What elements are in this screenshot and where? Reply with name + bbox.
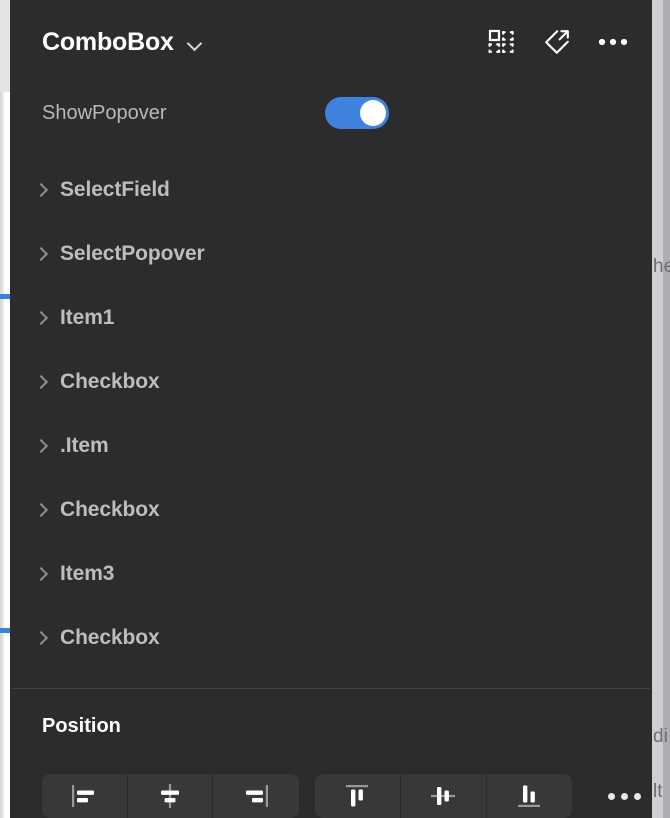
- inspector-panel: ComboBox ShowPopover SelectField SelectP…: [10, 0, 652, 818]
- tree-item-label: .Item: [60, 434, 109, 457]
- align-vertical-center-icon[interactable]: [401, 774, 487, 818]
- dot: [607, 792, 615, 800]
- canvas-right-edge: [652, 0, 670, 818]
- tree-item-selectpopover[interactable]: SelectPopover: [10, 222, 652, 286]
- background-panel-header-strip: [0, 0, 10, 92]
- detach-instance-icon[interactable]: [542, 27, 572, 57]
- selection-indicator-bottom: [0, 628, 10, 633]
- dot: [620, 792, 628, 800]
- panel-edge-shadow: [0, 0, 4, 818]
- page-title: ComboBox: [42, 27, 174, 56]
- clipped-canvas-text-2: di: [653, 726, 668, 747]
- vertical-align-group: [315, 774, 573, 818]
- more-align-options-icon[interactable]: [596, 774, 652, 818]
- tree-item-label: Checkbox: [60, 498, 160, 521]
- tree-item-item3[interactable]: Item3: [10, 542, 652, 606]
- clipped-canvas-text-1: he: [653, 256, 670, 277]
- panel-title-group[interactable]: ComboBox: [42, 28, 202, 57]
- header-actions: [486, 27, 628, 57]
- tree-item-checkbox-1[interactable]: Checkbox: [10, 350, 652, 414]
- chevron-right-icon[interactable]: [32, 564, 52, 584]
- tree-item-dot-item[interactable]: .Item: [10, 414, 652, 478]
- tree-item-label: Checkbox: [60, 370, 160, 393]
- showpopover-toggle[interactable]: [325, 97, 389, 129]
- tree-item-label: SelectPopover: [60, 242, 205, 265]
- canvas-surface: [652, 0, 663, 818]
- dot: [633, 792, 641, 800]
- component-grid-icon[interactable]: [486, 27, 516, 57]
- layer-tree: SelectField SelectPopover Item1 Checkbox…: [10, 142, 652, 688]
- align-top-icon[interactable]: [315, 774, 401, 818]
- canvas-scrollbar[interactable]: [663, 0, 670, 818]
- chevron-right-icon[interactable]: [32, 244, 52, 264]
- chevron-right-icon[interactable]: [32, 372, 52, 392]
- selection-indicator-top: [0, 294, 10, 299]
- chevron-right-icon[interactable]: [32, 180, 52, 200]
- background-panel-strip: [0, 0, 10, 818]
- tree-item-checkbox-2[interactable]: Checkbox: [10, 478, 652, 542]
- more-options-icon[interactable]: [598, 27, 628, 57]
- property-label: ShowPopover: [42, 101, 167, 124]
- tree-item-label: SelectField: [60, 178, 170, 201]
- align-right-icon[interactable]: [213, 774, 299, 818]
- align-left-icon[interactable]: [42, 774, 128, 818]
- align-bottom-icon[interactable]: [487, 774, 573, 818]
- chevron-right-icon[interactable]: [32, 436, 52, 456]
- tree-item-label: Item1: [60, 306, 115, 329]
- tree-item-label: Item3: [60, 562, 115, 585]
- tree-item-selectfield[interactable]: SelectField: [10, 158, 652, 222]
- chevron-right-icon[interactable]: [32, 308, 52, 328]
- chevron-down-icon[interactable]: [188, 37, 202, 51]
- tree-item-item1[interactable]: Item1: [10, 286, 652, 350]
- chevron-right-icon[interactable]: [32, 500, 52, 520]
- screen: he di lt ComboBox ShowPopover SelectFiel…: [0, 0, 670, 818]
- alignment-toolbar: [10, 774, 652, 818]
- align-horizontal-center-icon[interactable]: [128, 774, 214, 818]
- toggle-knob: [360, 100, 386, 126]
- clipped-canvas-text-3: lt: [653, 781, 663, 802]
- tree-item-checkbox-3[interactable]: Checkbox: [10, 606, 652, 670]
- panel-header: ComboBox: [10, 0, 652, 84]
- tree-item-label: Checkbox: [60, 626, 160, 649]
- section-title-position: Position: [42, 715, 121, 737]
- chevron-right-icon[interactable]: [32, 628, 52, 648]
- position-section: Position: [10, 689, 652, 818]
- property-row-showpopover: ShowPopover: [10, 84, 652, 142]
- horizontal-align-group: [42, 774, 300, 818]
